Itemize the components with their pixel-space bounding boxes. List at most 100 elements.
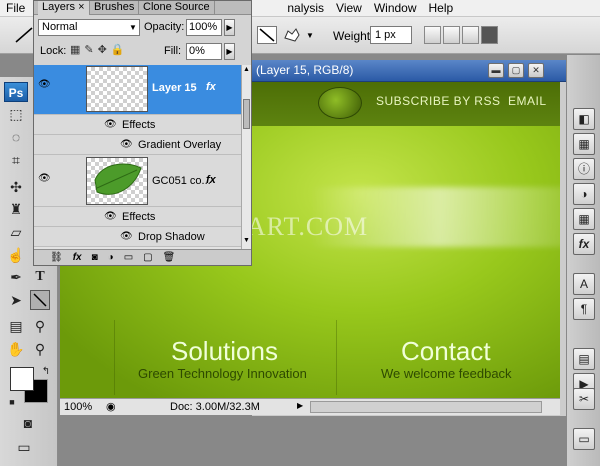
crop-icon[interactable]: ⌗: [6, 150, 26, 170]
shape-mode-new-button[interactable]: [424, 26, 441, 44]
tool-presets-icon[interactable]: ✂: [573, 388, 595, 410]
weight-input[interactable]: 1 px: [370, 26, 412, 44]
scroll-thumb[interactable]: [243, 99, 250, 129]
shape-mode-subtract-button[interactable]: [462, 26, 479, 44]
eraser-icon[interactable]: ▱: [6, 222, 26, 242]
delete-layer-icon[interactable]: 🗑: [163, 252, 176, 263]
menu-analysis[interactable]: nalysis: [281, 0, 330, 17]
effects-row[interactable]: 👁 Effects: [34, 115, 241, 135]
scroll-down-icon[interactable]: ▼: [243, 237, 250, 244]
effect-eye-icon[interactable]: 👁: [104, 211, 117, 222]
line-tool-selected-icon[interactable]: [30, 290, 50, 310]
opacity-input[interactable]: 100%: [186, 19, 222, 36]
layer-name[interactable]: Layer 15: [152, 82, 197, 94]
menu-window[interactable]: Window: [368, 0, 423, 17]
section-divider: [336, 320, 337, 395]
opacity-label: Opacity:: [144, 21, 185, 33]
effect-row[interactable]: 👁 Gradient Overlay: [34, 135, 241, 155]
layer-row[interactable]: 👁 Layer 15 fx: [34, 65, 241, 115]
close-button[interactable]: ✕: [528, 63, 544, 78]
visibility-eye-icon[interactable]: 👁: [38, 79, 51, 90]
menu-view[interactable]: View: [330, 0, 368, 17]
lasso-icon[interactable]: ◌: [6, 127, 26, 147]
healing-brush-icon[interactable]: ✣: [6, 177, 26, 197]
effects-label: Effects: [122, 211, 156, 223]
new-layer-icon[interactable]: ▢: [143, 252, 152, 263]
line-tool-icon[interactable]: [14, 26, 34, 44]
blend-mode-dropdown-icon[interactable]: ▼: [129, 23, 137, 32]
blend-mode-select[interactable]: Normal: [38, 19, 140, 36]
clone-stamp-icon[interactable]: ♜: [6, 199, 26, 219]
marquee-icon[interactable]: ⬚: [6, 104, 26, 124]
foreground-color-swatch[interactable]: [10, 367, 34, 391]
effect-eye-icon[interactable]: 👁: [104, 119, 117, 130]
effect-eye-icon[interactable]: 👁: [120, 231, 133, 242]
eyedropper-icon[interactable]: ⚲: [30, 316, 50, 336]
animation-icon[interactable]: ▭: [573, 428, 595, 450]
shape-dropdown-arrow-icon[interactable]: ▼: [306, 31, 314, 40]
link-layers-icon[interactable]: ⛓: [50, 252, 63, 263]
notes-panel-icon[interactable]: ▤: [573, 348, 595, 370]
character-icon[interactable]: A: [573, 273, 595, 295]
tab-layers[interactable]: Layers ×: [38, 1, 90, 15]
layer-row[interactable]: 👁 GC051 co... fx: [34, 155, 241, 207]
layers-scrollbar[interactable]: ▲ ▼: [241, 65, 251, 249]
effects-row[interactable]: 👁 Effects: [34, 207, 241, 227]
subscribe-rss-link[interactable]: SUBSCRIBE BY RSS: [376, 94, 500, 108]
add-mask-icon[interactable]: ◙: [92, 252, 98, 263]
default-colors-icon[interactable]: ■: [2, 392, 22, 412]
custom-shape-button[interactable]: [282, 26, 302, 44]
fill-input[interactable]: 0%: [186, 43, 222, 60]
quick-mask-icon[interactable]: ◙: [18, 413, 38, 433]
layer-name[interactable]: GC051 co...: [152, 175, 211, 187]
line-shape-button[interactable]: [257, 26, 277, 44]
swap-colors-icon[interactable]: ↰: [36, 361, 56, 381]
layer-thumbnail: [86, 66, 148, 112]
menu-file[interactable]: File: [0, 0, 31, 17]
zoom-level[interactable]: 100%: [64, 401, 92, 413]
maximize-button[interactable]: ▢: [508, 63, 524, 78]
status-settings-icon[interactable]: ◉: [106, 400, 116, 413]
new-group-icon[interactable]: ▭: [124, 252, 133, 263]
section-divider: [114, 320, 115, 395]
minimize-button[interactable]: ▬: [488, 63, 504, 78]
lock-icons[interactable]: ▦✎✥🔒: [70, 43, 129, 56]
smudge-icon[interactable]: ☝: [6, 245, 26, 265]
effect-row[interactable]: 👁 Drop Shadow: [34, 227, 241, 247]
add-style-icon[interactable]: fx: [73, 252, 82, 263]
adjustment-layer-icon[interactable]: ◑: [108, 252, 114, 263]
paragraph-icon[interactable]: ¶: [573, 298, 595, 320]
visibility-eye-icon[interactable]: 👁: [38, 173, 51, 184]
menu-help[interactable]: Help: [423, 0, 460, 17]
zoom-icon[interactable]: ⚲: [30, 339, 50, 359]
section-subtitle-contact: We welcome feedback: [381, 366, 512, 381]
tab-clone-source[interactable]: Clone Source: [139, 1, 215, 15]
screen-mode-icon[interactable]: ▭: [14, 437, 34, 457]
fill-arrow-button[interactable]: ▶: [224, 43, 235, 60]
opacity-arrow-button[interactable]: ▶: [224, 19, 235, 36]
type-tool-icon[interactable]: T: [30, 267, 50, 287]
notes-icon[interactable]: ▤: [6, 316, 26, 336]
color-icon[interactable]: ◑: [573, 183, 595, 205]
shape-mode-add-button[interactable]: [443, 26, 460, 44]
effect-eye-icon[interactable]: 👁: [120, 139, 133, 150]
layer-fx-icon[interactable]: fx: [206, 174, 216, 186]
hand-icon[interactable]: ✋: [6, 339, 26, 359]
navigator-icon[interactable]: ◧: [573, 108, 595, 130]
ps-logo: Ps: [4, 82, 28, 102]
scroll-up-icon[interactable]: ▲: [243, 66, 250, 73]
histogram-icon[interactable]: ▦: [573, 133, 595, 155]
styles-icon[interactable]: fx: [573, 233, 595, 255]
info-icon[interactable]: ⓘ: [573, 158, 595, 180]
horizontal-scrollbar[interactable]: [310, 401, 542, 413]
swatches-icon[interactable]: ▦: [573, 208, 595, 230]
path-selection-icon[interactable]: ➤: [6, 290, 26, 310]
tab-brushes[interactable]: Brushes: [90, 1, 140, 15]
status-menu-arrow-icon[interactable]: ▶: [297, 401, 303, 410]
email-link[interactable]: EMAIL: [508, 94, 547, 108]
shape-mode-intersect-button[interactable]: [481, 26, 498, 44]
effects-label: Effects: [122, 119, 156, 131]
document-title-bar[interactable]: (Layer 15, RGB/8) ▬ ▢ ✕: [252, 60, 569, 82]
layer-fx-icon[interactable]: fx: [206, 81, 216, 93]
pen-icon[interactable]: ✒: [6, 267, 26, 287]
